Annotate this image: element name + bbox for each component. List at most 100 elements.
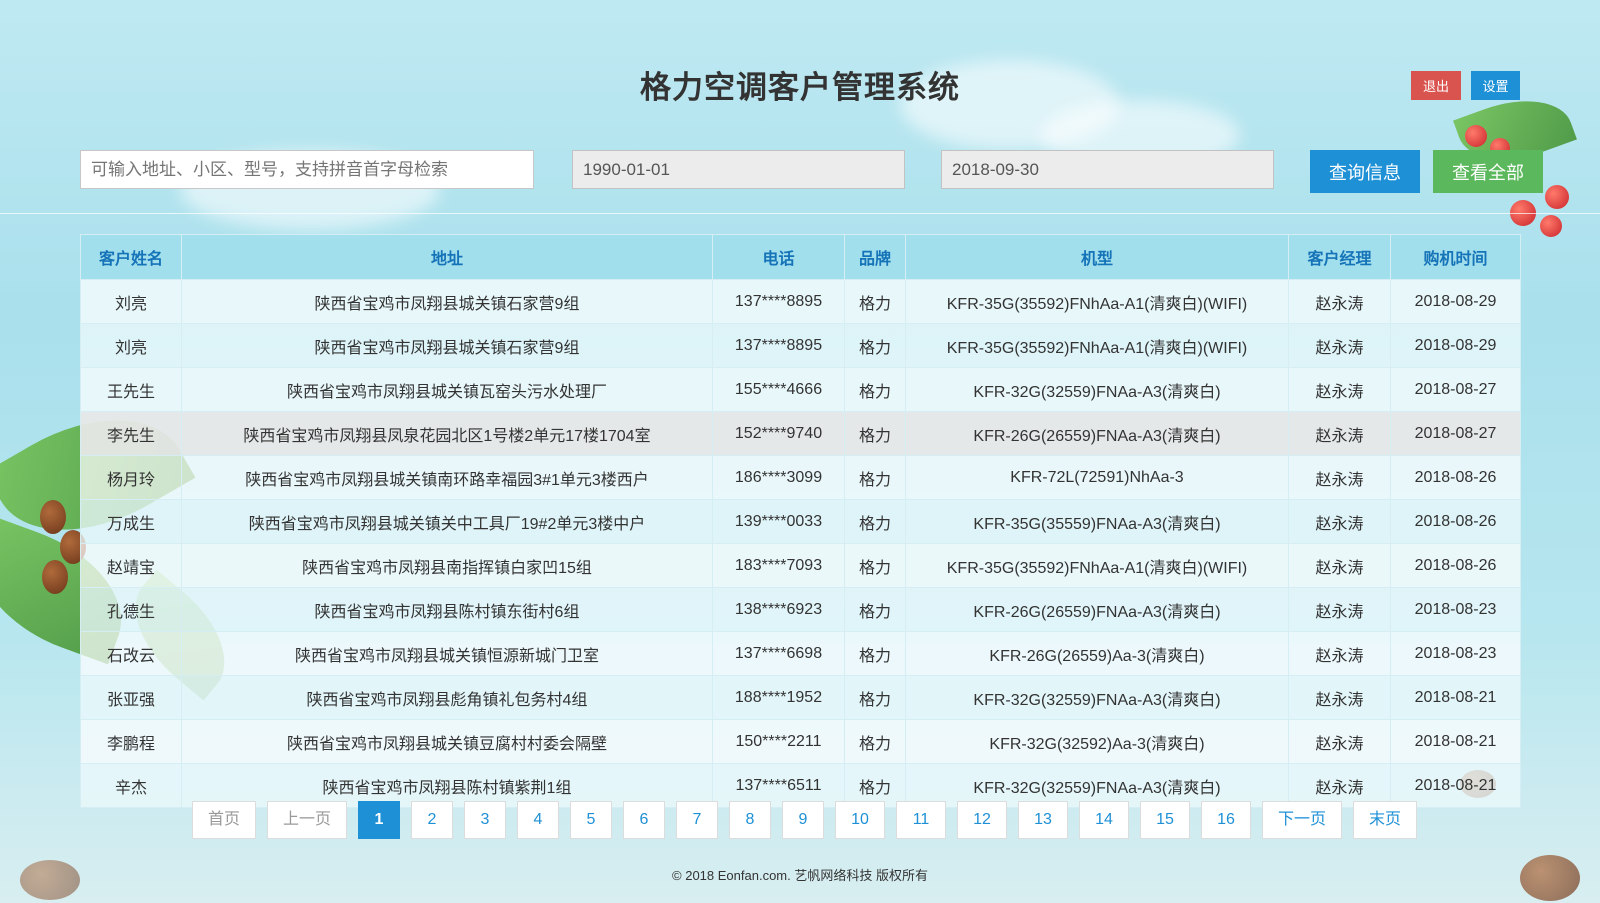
pager-page[interactable]: 9 — [782, 801, 824, 839]
footer-copyright: © 2018 Eonfan.com. 艺帆网络科技 版权所有 — [672, 868, 928, 883]
cell-name: 王先生 — [80, 367, 182, 412]
table-row[interactable]: 万成生 陕西省宝鸡市凤翔县城关镇关中工具厂19#2单元3楼中户 139****003… — [80, 499, 1521, 544]
column-header-purchase-date[interactable]: 购机时间 — [1390, 234, 1521, 280]
table-row[interactable]: 李鹏程 陕西省宝鸡市凤翔县城关镇豆腐村村委会隔壁 150****2211 格力 KFR-… — [80, 719, 1521, 764]
cell-address: 陕西省宝鸡市凤翔县南指挥镇白家凹15组 — [181, 543, 713, 588]
pager-prev[interactable]: 上一页 — [267, 801, 347, 839]
cell-address: 陕西省宝鸡市凤翔县城关镇南环路幸福园3#1单元3楼西户 — [181, 455, 713, 500]
cell-name: 孔德生 — [80, 587, 182, 632]
pager-page[interactable]: 11 — [896, 801, 946, 839]
query-button[interactable]: 查询信息 — [1310, 150, 1420, 193]
table-header-row: 客户姓名 地址 电话 品牌 机型 客户经理 购机时间 — [80, 234, 1521, 280]
cell-phone: 155****4666 — [712, 367, 845, 412]
cell-manager: 赵永涛 — [1288, 499, 1391, 544]
page-title: 格力空调客户管理系统 — [640, 70, 960, 105]
coffee-bean-decoration — [42, 560, 68, 594]
cell-purchase-date: 2018-08-26 — [1390, 499, 1521, 544]
pager-last[interactable]: 末页 — [1353, 801, 1417, 839]
cell-model: KFR-26G(26559)FNAa-A3(清爽白) — [905, 587, 1289, 632]
cell-model: KFR-35G(35592)FNhAa-A1(清爽白)(WIFI) — [905, 543, 1289, 588]
cell-name: 李先生 — [80, 411, 182, 456]
column-header-model[interactable]: 机型 — [905, 234, 1289, 280]
divider — [0, 213, 1600, 214]
table-row[interactable]: 赵靖宝 陕西省宝鸡市凤翔县南指挥镇白家凹15组 183****7093 格力 KFR-3… — [80, 543, 1521, 588]
cell-purchase-date: 2018-08-26 — [1390, 543, 1521, 588]
cell-phone: 137****6698 — [712, 631, 845, 676]
search-input[interactable] — [80, 150, 534, 189]
cell-address: 陕西省宝鸡市凤翔县城关镇石家营9组 — [181, 279, 713, 324]
pager-page[interactable]: 13 — [1018, 801, 1068, 839]
pager-first[interactable]: 首页 — [192, 801, 256, 839]
pager-page[interactable]: 6 — [623, 801, 665, 839]
pager-next[interactable]: 下一页 — [1262, 801, 1342, 839]
pager-page[interactable]: 3 — [464, 801, 506, 839]
column-header-manager[interactable]: 客户经理 — [1288, 234, 1391, 280]
cell-brand: 格力 — [844, 367, 906, 412]
cell-phone: 188****1952 — [712, 675, 845, 720]
table-row[interactable]: 刘亮 陕西省宝鸡市凤翔县城关镇石家营9组 137****8895 格力 KFR-35G(… — [80, 279, 1521, 324]
coffee-bean-decoration — [40, 500, 66, 534]
cell-brand: 格力 — [844, 587, 906, 632]
cell-brand: 格力 — [844, 543, 906, 588]
table-row[interactable]: 孔德生 陕西省宝鸡市凤翔县陈村镇东街村6组 138****6923 格力 KFR-26G… — [80, 587, 1521, 632]
column-header-brand[interactable]: 品牌 — [844, 234, 906, 280]
table-row[interactable]: 张亚强 陕西省宝鸡市凤翔县彪角镇礼包务村4组 188****1952 格力 KFR-32… — [80, 675, 1521, 720]
cell-brand: 格力 — [844, 631, 906, 676]
cell-manager: 赵永涛 — [1288, 675, 1391, 720]
start-date-field[interactable] — [572, 150, 905, 189]
pager-page[interactable]: 2 — [411, 801, 453, 839]
cell-manager: 赵永涛 — [1288, 631, 1391, 676]
column-header-phone[interactable]: 电话 — [712, 234, 845, 280]
cell-name: 杨月玲 — [80, 455, 182, 500]
cell-phone: 138****6923 — [712, 587, 845, 632]
cell-phone: 183****7093 — [712, 543, 845, 588]
view-all-button[interactable]: 查看全部 — [1433, 150, 1543, 193]
berry-decoration — [1545, 185, 1569, 209]
cell-brand: 格力 — [844, 411, 906, 456]
cell-phone: 137****8895 — [712, 323, 845, 368]
cell-address: 陕西省宝鸡市凤翔县陈村镇东街村6组 — [181, 587, 713, 632]
cell-name: 万成生 — [80, 499, 182, 544]
cell-model: KFR-35G(35592)FNhAa-A1(清爽白)(WIFI) — [905, 279, 1289, 324]
column-header-name[interactable]: 客户姓名 — [80, 234, 182, 280]
cell-purchase-date: 2018-08-23 — [1390, 631, 1521, 676]
pager-page[interactable]: 14 — [1079, 801, 1129, 839]
cell-purchase-date: 2018-08-21 — [1390, 719, 1521, 764]
cell-address: 陕西省宝鸡市凤翔县城关镇瓦窑头污水处理厂 — [181, 367, 713, 412]
pager-page[interactable]: 7 — [676, 801, 718, 839]
cell-brand: 格力 — [844, 675, 906, 720]
cell-model: KFR-32G(32592)Aa-3(清爽白) — [905, 719, 1289, 764]
logout-button[interactable]: 退出 — [1411, 71, 1461, 100]
table-row[interactable]: 杨月玲 陕西省宝鸡市凤翔县城关镇南环路幸福园3#1单元3楼西户 186****309… — [80, 455, 1521, 500]
cell-purchase-date: 2018-08-29 — [1390, 279, 1521, 324]
pager-page[interactable]: 10 — [835, 801, 885, 839]
cell-name: 石改云 — [80, 631, 182, 676]
table-row[interactable]: 李先生 陕西省宝鸡市凤翔县凤泉花园北区1号楼2单元17楼1704室 152****9… — [80, 411, 1521, 456]
cell-manager: 赵永涛 — [1288, 411, 1391, 456]
pager-page[interactable]: 5 — [570, 801, 612, 839]
cell-brand: 格力 — [844, 455, 906, 500]
cell-manager: 赵永涛 — [1288, 323, 1391, 368]
cell-purchase-date: 2018-08-27 — [1390, 411, 1521, 456]
cell-name: 辛杰 — [80, 763, 182, 808]
pager-page[interactable]: 12 — [957, 801, 1007, 839]
cell-name: 刘亮 — [80, 323, 182, 368]
cell-purchase-date: 2018-08-29 — [1390, 323, 1521, 368]
pager-page[interactable]: 1 — [358, 801, 400, 839]
table-row[interactable]: 刘亮 陕西省宝鸡市凤翔县城关镇石家营9组 137****8895 格力 KFR-35G(… — [80, 323, 1521, 368]
table-row[interactable]: 石改云 陕西省宝鸡市凤翔县城关镇恒源新城门卫室 137****6698 格力 KFR-2… — [80, 631, 1521, 676]
cell-model: KFR-32G(32559)FNAa-A3(清爽白) — [905, 367, 1289, 412]
cell-manager: 赵永涛 — [1288, 279, 1391, 324]
pager-page[interactable]: 4 — [517, 801, 559, 839]
pager-page[interactable]: 16 — [1201, 801, 1251, 839]
berry-decoration — [1465, 125, 1487, 147]
pager-page[interactable]: 8 — [729, 801, 771, 839]
end-date-field[interactable] — [941, 150, 1274, 189]
cell-phone: 152****9740 — [712, 411, 845, 456]
settings-button[interactable]: 设置 — [1471, 71, 1520, 100]
cell-address: 陕西省宝鸡市凤翔县城关镇石家营9组 — [181, 323, 713, 368]
table-row[interactable]: 王先生 陕西省宝鸡市凤翔县城关镇瓦窑头污水处理厂 155****4666 格力 KFR-… — [80, 367, 1521, 412]
cell-phone: 137****8895 — [712, 279, 845, 324]
column-header-address[interactable]: 地址 — [181, 234, 713, 280]
pager-page[interactable]: 15 — [1140, 801, 1190, 839]
